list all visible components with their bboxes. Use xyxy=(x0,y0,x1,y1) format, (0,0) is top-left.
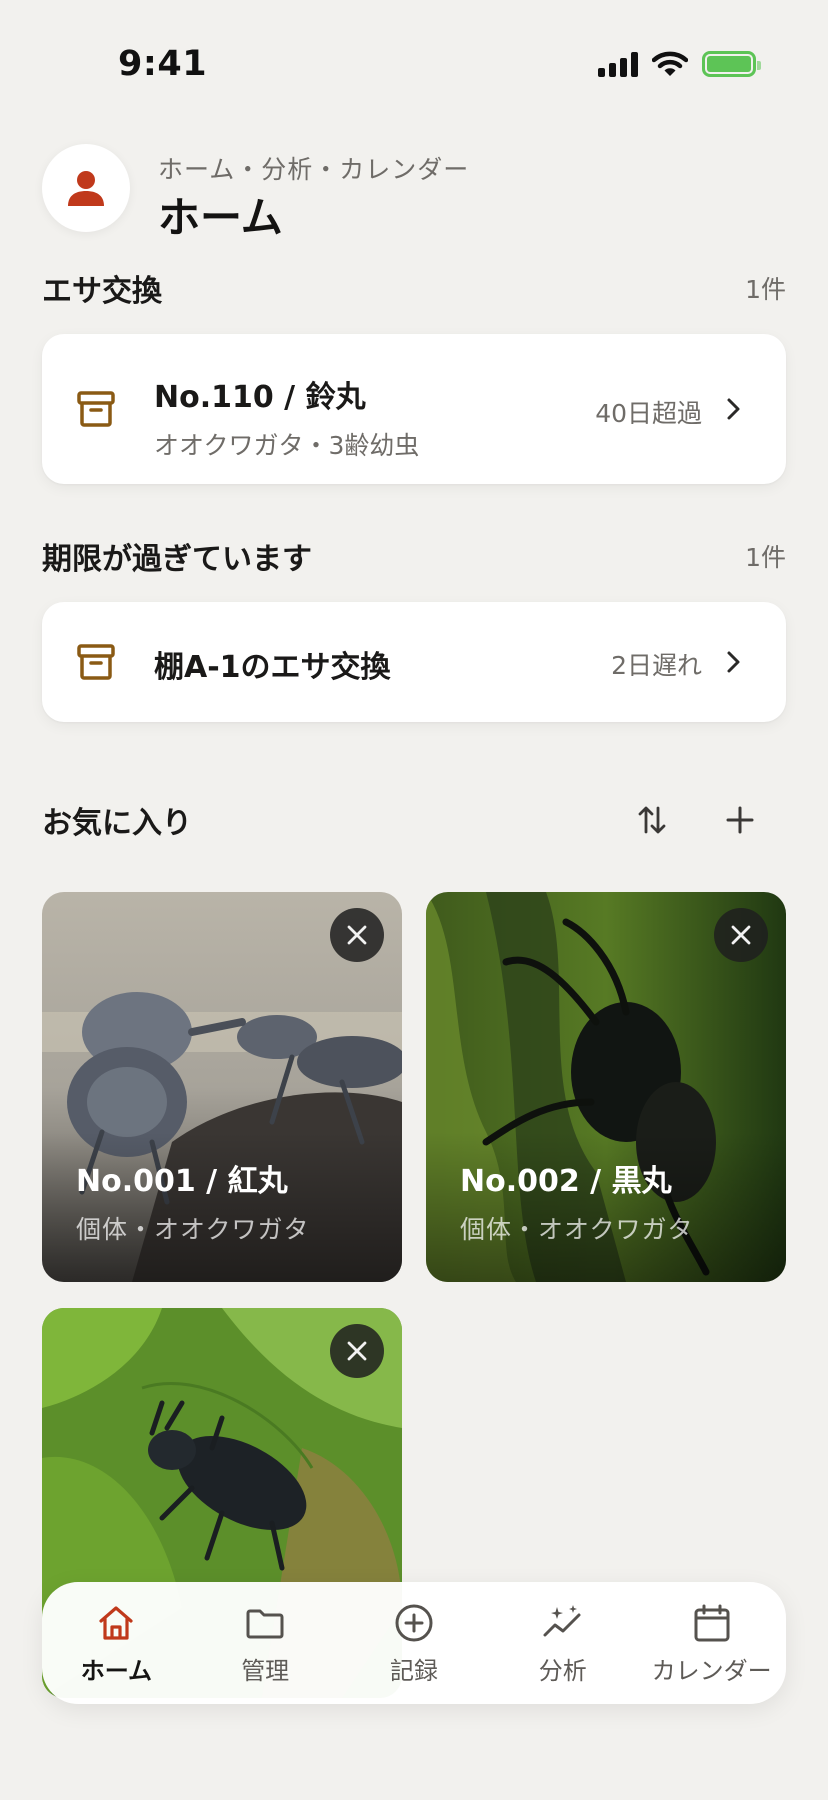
feed-exchange-card[interactable]: No.110 / 鈴丸 オオクワガタ・3齢幼虫 40日超過 xyxy=(42,334,786,484)
close-icon xyxy=(347,925,367,945)
add-favorite-button[interactable] xyxy=(724,804,756,836)
remove-favorite-button[interactable] xyxy=(330,908,384,962)
tab-manage[interactable]: 管理 xyxy=(191,1582,340,1704)
sort-arrows-icon xyxy=(638,806,666,834)
home-icon xyxy=(99,1605,133,1640)
tab-label: 記録 xyxy=(389,1656,438,1685)
favorites-section-header: お気に入り xyxy=(42,798,786,842)
overdue-task-card[interactable]: 棚A-1のエサ交換 2日遅れ xyxy=(42,602,786,722)
folder-icon xyxy=(246,1609,284,1638)
sort-button[interactable] xyxy=(636,804,668,836)
tab-label: ホーム xyxy=(80,1656,153,1685)
chevron-right-icon xyxy=(727,651,740,673)
card-title: No.110 / 鈴丸 xyxy=(154,380,366,415)
status-bar: 9:41 xyxy=(0,0,828,130)
status-icons xyxy=(598,50,761,78)
tile-subtitle: 個体・オオクワガタ xyxy=(76,1215,310,1244)
status-time: 9:41 xyxy=(118,44,208,84)
remove-favorite-button[interactable] xyxy=(330,1324,384,1378)
cellular-signal-icon xyxy=(598,51,638,77)
section-title: お気に入り xyxy=(42,806,192,841)
tab-calendar[interactable]: カレンダー xyxy=(637,1582,786,1704)
section-count: 1件 xyxy=(745,543,786,572)
tab-label: 管理 xyxy=(241,1656,290,1685)
close-icon xyxy=(347,1341,367,1361)
overdue-section-header: 期限が過ぎています 1件 xyxy=(42,534,786,578)
section-count: 1件 xyxy=(745,275,786,304)
breadcrumb: ホーム・分析・カレンダー xyxy=(158,155,470,184)
archive-box-icon xyxy=(77,644,115,680)
archive-box-icon xyxy=(77,391,115,427)
favorites-actions xyxy=(636,804,756,836)
tab-label: 分析 xyxy=(538,1656,587,1685)
plus-circle-icon xyxy=(395,1604,433,1641)
tab-home[interactable]: ホーム xyxy=(42,1582,191,1704)
tile-name: No.002 / 黒丸 xyxy=(460,1164,672,1199)
tile-name: No.001 / 紅丸 xyxy=(76,1164,288,1199)
wifi-icon xyxy=(652,51,688,76)
person-icon xyxy=(68,171,104,206)
battery-charging-icon xyxy=(702,51,761,77)
section-title: 期限が過ぎています xyxy=(42,542,312,577)
section-title: エサ交換 xyxy=(42,274,162,309)
page-title: ホーム xyxy=(158,193,283,242)
plus-icon xyxy=(726,806,754,834)
favorite-tile[interactable]: No.002 / 黒丸 個体・オオクワガタ xyxy=(426,892,786,1282)
card-title: 棚A-1のエサ交換 xyxy=(154,650,391,685)
calendar-icon xyxy=(694,1604,730,1641)
feed-exchange-section-header: エサ交換 1件 xyxy=(42,266,786,310)
tab-record[interactable]: 記録 xyxy=(340,1582,489,1704)
close-icon xyxy=(731,925,751,945)
tab-label: カレンダー xyxy=(651,1656,772,1685)
tile-subtitle: 個体・オオクワガタ xyxy=(460,1215,694,1244)
page-header: ホーム・分析・カレンダー ホーム xyxy=(42,144,786,242)
late-days: 2日遅れ xyxy=(611,651,702,680)
overdue-days: 40日超過 xyxy=(595,399,702,428)
favorite-tile[interactable]: No.001 / 紅丸 個体・オオクワガタ xyxy=(42,892,402,1282)
chevron-right-icon xyxy=(727,398,740,420)
remove-favorite-button[interactable] xyxy=(714,908,768,962)
sparkle-chart-icon xyxy=(543,1604,581,1636)
card-subtitle: オオクワガタ・3齢幼虫 xyxy=(154,431,420,460)
avatar[interactable] xyxy=(42,144,130,232)
tab-bar: ホーム 管理 記録 分析 カレンダー xyxy=(42,1582,786,1704)
tab-analysis[interactable]: 分析 xyxy=(488,1582,637,1704)
